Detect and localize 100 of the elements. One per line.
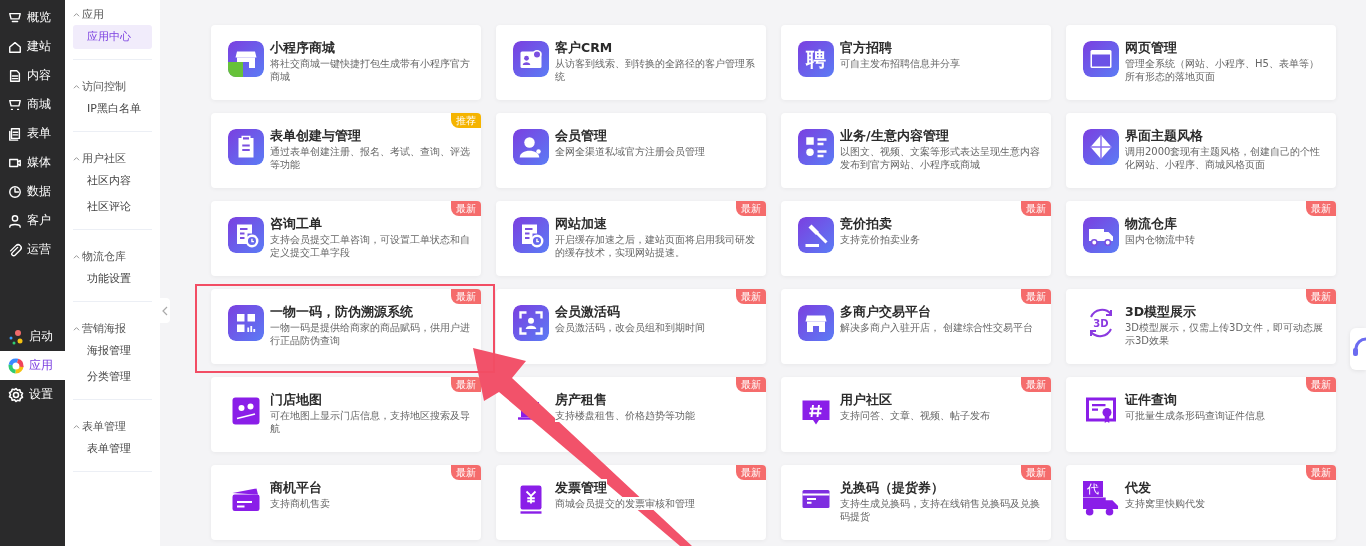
- receipt-clock-icon: [228, 217, 264, 253]
- badge: 最新: [736, 465, 766, 480]
- app-title: 网页管理: [1125, 39, 1177, 56]
- nav-item[interactable]: 表单: [0, 119, 65, 148]
- app-card[interactable]: 业务/生意内容管理 以图文、视频、文案等形式表达呈现生意内容发布到官方网站、小程序或商城: [781, 113, 1051, 188]
- app-card[interactable]: 最新 网站加速 开启缓存加速之后，建站页面将启用我司研发的缓存技术，实现网站提速。: [496, 201, 766, 276]
- sub-nav-item[interactable]: IP黑白名单: [73, 97, 152, 121]
- sub-nav-item[interactable]: 应用中心: [73, 25, 152, 49]
- nav-item[interactable]: 概览: [0, 3, 65, 32]
- nav-item[interactable]: 应用: [0, 351, 65, 380]
- app-card[interactable]: 最新 商机平台 支持商机售卖: [211, 465, 481, 540]
- app-card[interactable]: 最新 房产租售 支持楼盘租售、价格趋势等功能: [496, 377, 766, 452]
- app-description: 可在地图上显示门店信息，支持地区搜索及导航: [270, 409, 471, 435]
- grid-icon: [228, 305, 264, 341]
- app-card[interactable]: 界面主题风格 调用2000套现有主题风格，创建自己的个性化网站、小程序、商城风格页面: [1066, 113, 1336, 188]
- support-button[interactable]: [1350, 328, 1366, 370]
- app-card[interactable]: 最新 门店地图 可在地图上显示门店信息，支持地区搜索及导航: [211, 377, 481, 452]
- app-description: 可批量生成条形码查询证件信息: [1125, 409, 1265, 422]
- nav-item[interactable]: 数据: [0, 177, 65, 206]
- app-description: 全网全渠道私域官方注册会员管理: [555, 145, 705, 158]
- group-heading[interactable]: 物流仓库: [73, 247, 152, 265]
- app-card[interactable]: 最新 3D 3D模型展示 3D模型展示，仅需上传3D文件，即可动态展示3D效果: [1066, 289, 1336, 364]
- app-description: 将社交商城一键快捷打包生成带有小程序官方商城: [270, 57, 471, 83]
- app-title: 房产租售: [555, 391, 607, 408]
- nav-item[interactable]: 内容: [0, 61, 65, 90]
- app-title: 门店地图: [270, 391, 322, 408]
- badge: 最新: [736, 289, 766, 304]
- app-description: 可自主发布招聘信息并分享: [840, 57, 960, 70]
- badge: 最新: [1306, 465, 1336, 480]
- group-heading[interactable]: 应用: [73, 5, 152, 23]
- group-heading[interactable]: 访问控制: [73, 77, 152, 95]
- app-title: 竞价拍卖: [840, 215, 892, 232]
- app-title: 小程序商城: [270, 39, 335, 56]
- nav-item[interactable]: 运营: [0, 235, 65, 264]
- nav-item[interactable]: 建站: [0, 32, 65, 61]
- badge: 最新: [451, 289, 481, 304]
- app-card[interactable]: 最新 多商户交易平台 解决多商户入驻开店， 创建综合性交易平台: [781, 289, 1051, 364]
- app-card[interactable]: 最新 证件查询 可批量生成条形码查询证件信息: [1066, 377, 1336, 452]
- document-icon: [8, 68, 22, 83]
- app-title: 用户社区: [840, 391, 892, 408]
- nav-item[interactable]: 媒体: [0, 148, 65, 177]
- app-card[interactable]: 网页管理 管理全系统（网站、小程序、H5、表单等）所有形态的落地页面: [1066, 25, 1336, 100]
- app-description: 以图文、视频、文案等形式表达呈现生意内容发布到官方网站、小程序或商城: [840, 145, 1041, 171]
- cart-icon: [8, 97, 22, 112]
- app-description: 会员激活码，改会员组和到期时间: [555, 321, 705, 334]
- badge: 最新: [736, 377, 766, 392]
- app-card[interactable]: 客户CRM 从访客到线索、到转换的全路径的客户管理系统: [496, 25, 766, 100]
- browser-window-icon: [1083, 41, 1119, 77]
- badge: 最新: [1306, 289, 1336, 304]
- sub-nav-item[interactable]: 社区评论: [73, 195, 152, 219]
- sub-nav-item[interactable]: 海报管理: [73, 339, 152, 363]
- shop-icon: [8, 10, 22, 25]
- app-card[interactable]: 最新 代 代发 支持窝里快购代发: [1066, 465, 1336, 540]
- group-heading[interactable]: 表单管理: [73, 417, 152, 435]
- clipboard-icon: [228, 129, 264, 165]
- app-description: 支持竞价拍卖业务: [840, 233, 920, 246]
- nav-item[interactable]: 设置: [0, 380, 65, 409]
- app-card[interactable]: 最新 兑换码（提货券） 支持生成兑换码，支持在线销售兑换码及兑换码提货: [781, 465, 1051, 540]
- contact-card-icon: [513, 41, 549, 77]
- badge: 最新: [1021, 465, 1051, 480]
- home-icon: [8, 39, 22, 54]
- badge: 最新: [1306, 377, 1336, 392]
- app-description: 支持会员提交工单咨询，可设置工单状态和自定义提交工单字段: [270, 233, 471, 259]
- app-card[interactable]: 最新 一物一码，防伪溯源系统 一物一码是提供给商家的商品赋码，供用户进行正品防伪查询: [211, 289, 481, 364]
- app-card[interactable]: 聘 官方招聘 可自主发布招聘信息并分享: [781, 25, 1051, 100]
- app-card[interactable]: 最新 物流仓库 国内仓物流中转: [1066, 201, 1336, 276]
- app-title: 表单创建与管理: [270, 127, 361, 144]
- app-title: 业务/生意内容管理: [840, 127, 949, 144]
- app-card[interactable]: 最新 会员激活码 会员激活码，改会员组和到期时间: [496, 289, 766, 364]
- ring-icon: [8, 357, 24, 374]
- nav-item[interactable]: 商城: [0, 90, 65, 119]
- app-card[interactable]: 小程序商城 将社交商城一键快捷打包生成带有小程序官方商城: [211, 25, 481, 100]
- app-description: 支持问答、文章、视频、帖子发布: [840, 409, 990, 422]
- nav-item[interactable]: 启动: [0, 322, 65, 351]
- app-card[interactable]: 最新 用户社区 支持问答、文章、视频、帖子发布: [781, 377, 1051, 452]
- group-heading[interactable]: 用户社区: [73, 149, 152, 167]
- app-card[interactable]: 最新 咨询工单 支持会员提交工单咨询，可设置工单状态和自定义提交工单字段: [211, 201, 481, 276]
- truck-icon: [1083, 217, 1119, 253]
- sub-nav-item[interactable]: 功能设置: [73, 267, 152, 291]
- sub-nav-item[interactable]: 分类管理: [73, 365, 152, 389]
- app-card[interactable]: 最新 竞价拍卖 支持竞价拍卖业务: [781, 201, 1051, 276]
- nav-item[interactable]: 客户: [0, 206, 65, 235]
- group-heading[interactable]: 营销海报: [73, 319, 152, 337]
- app-title: 官方招聘: [840, 39, 892, 56]
- app-card[interactable]: 推荐 表单创建与管理 通过表单创建注册、报名、考试、查询、评选等功能: [211, 113, 481, 188]
- sub-nav-item[interactable]: 社区内容: [73, 169, 152, 193]
- badge: 最新: [1021, 377, 1051, 392]
- badge: 最新: [451, 377, 481, 392]
- badge: 最新: [1021, 201, 1051, 216]
- app-card[interactable]: 最新 发票管理 商城会员提交的发票审核和管理: [496, 465, 766, 540]
- app-description: 开启缓存加速之后，建站页面将启用我司研发的缓存技术，实现网站提速。: [555, 233, 756, 259]
- app-description: 支持商机售卖: [270, 497, 330, 510]
- app-title: 客户CRM: [555, 39, 613, 56]
- app-title: 一物一码，防伪溯源系统: [270, 303, 413, 320]
- app-card[interactable]: 会员管理 全网全渠道私域官方注册会员管理: [496, 113, 766, 188]
- badge: 最新: [1306, 201, 1336, 216]
- badge: 最新: [451, 465, 481, 480]
- collapse-handle[interactable]: [160, 298, 170, 323]
- app-title: 3D模型展示: [1125, 303, 1197, 320]
- sub-nav-item[interactable]: 表单管理: [73, 437, 152, 461]
